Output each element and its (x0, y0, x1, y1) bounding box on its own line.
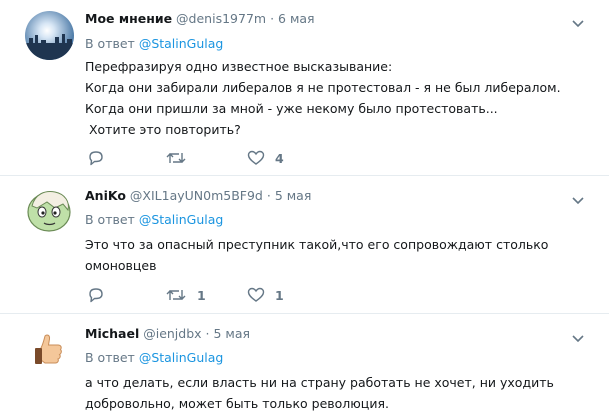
heart-icon (247, 287, 265, 302)
chevron-down-icon[interactable] (571, 191, 585, 205)
separator-dot: · (205, 326, 210, 341)
tweet-date[interactable]: 6 мая (278, 11, 315, 26)
tweet-text: Перефразируя одно известное высказывание… (85, 56, 561, 140)
reply-button[interactable] (87, 287, 105, 303)
reply-prefix: В ответ (85, 350, 135, 365)
retweet-button[interactable] (165, 150, 187, 166)
tweet-2[interactable]: AniKo @XIL1ayUN0m5BF9d · 5 мая В ответ @… (0, 176, 609, 313)
author-name[interactable]: Michael (85, 326, 139, 341)
reply-icon (89, 288, 103, 303)
tweet-text: а что делать, если власть ни на страну р… (85, 372, 554, 414)
tweet-text-line: Это что за опасный преступник такой,что … (85, 237, 549, 252)
like-button[interactable]: 1 (247, 287, 284, 303)
tweet-header: Michael @ienjdbx · 5 мая (85, 326, 250, 341)
author-name[interactable]: Мое мнение (85, 11, 172, 26)
author-handle[interactable]: @denis1977m (176, 11, 266, 26)
avatar[interactable] (25, 324, 74, 373)
cartoon-face-icon (25, 186, 74, 235)
reply-context: В ответ @StalinGulag (85, 36, 223, 51)
tweet-text-line: Хотите это повторить? (85, 122, 241, 137)
separator-dot: · (266, 188, 271, 203)
retweet-icon (166, 153, 186, 163)
retweet-icon (166, 290, 186, 300)
tweet-text-line: а что делать, если власть ни на страну р… (85, 375, 554, 390)
chevron-down-icon[interactable] (571, 329, 585, 343)
reply-icon (89, 151, 103, 166)
tweet-header: AniKo @XIL1ayUN0m5BF9d · 5 мая (85, 188, 311, 203)
like-button[interactable]: 4 (247, 150, 284, 166)
like-count: 4 (275, 150, 284, 166)
reply-context: В ответ @StalinGulag (85, 212, 223, 227)
tweet-date[interactable]: 5 мая (214, 326, 251, 341)
chevron-down-icon[interactable] (571, 14, 585, 28)
reply-context: В ответ @StalinGulag (85, 350, 223, 365)
reply-button[interactable] (87, 150, 105, 166)
tweet-3[interactable]: Michael @ienjdbx · 5 мая В ответ @Stalin… (0, 314, 609, 416)
tweet-text-line: Когда они забирали либералов я не протес… (85, 80, 561, 95)
reply-mention-link[interactable]: @StalinGulag (139, 36, 224, 51)
like-count: 1 (275, 287, 284, 303)
tweet-text-line: Перефразируя одно известное высказывание… (85, 59, 393, 74)
reply-prefix: В ответ (85, 212, 135, 227)
author-handle[interactable]: @ienjdbx (143, 326, 201, 341)
tweet-text: Это что за опасный преступник такой,что … (85, 234, 548, 276)
separator-dot: · (270, 11, 275, 26)
thumbs-up-icon (25, 324, 74, 373)
avatar[interactable] (25, 186, 74, 235)
tweet-date[interactable]: 5 мая (275, 188, 312, 203)
reply-mention-link[interactable]: @StalinGulag (139, 350, 224, 365)
heart-icon (247, 150, 265, 165)
retweet-button[interactable]: 1 (165, 287, 206, 303)
tweet-text-line: Когда они пришли за мной - уже некому бы… (85, 101, 498, 116)
avatar[interactable] (25, 11, 74, 60)
city-skyline-icon (25, 11, 74, 60)
tweet-text-line: добровольно, может быть только революция… (85, 396, 389, 411)
author-handle[interactable]: @XIL1ayUN0m5BF9d (130, 188, 263, 203)
reply-prefix: В ответ (85, 36, 135, 51)
tweet-1[interactable]: Мое мнение @denis1977m · 6 мая В ответ @… (0, 0, 609, 175)
reply-mention-link[interactable]: @StalinGulag (139, 212, 224, 227)
tweet-header: Мое мнение @denis1977m · 6 мая (85, 11, 315, 26)
author-name[interactable]: AniKo (85, 188, 126, 203)
retweet-count: 1 (197, 287, 206, 303)
tweet-text-line: омоновцев (85, 258, 157, 273)
